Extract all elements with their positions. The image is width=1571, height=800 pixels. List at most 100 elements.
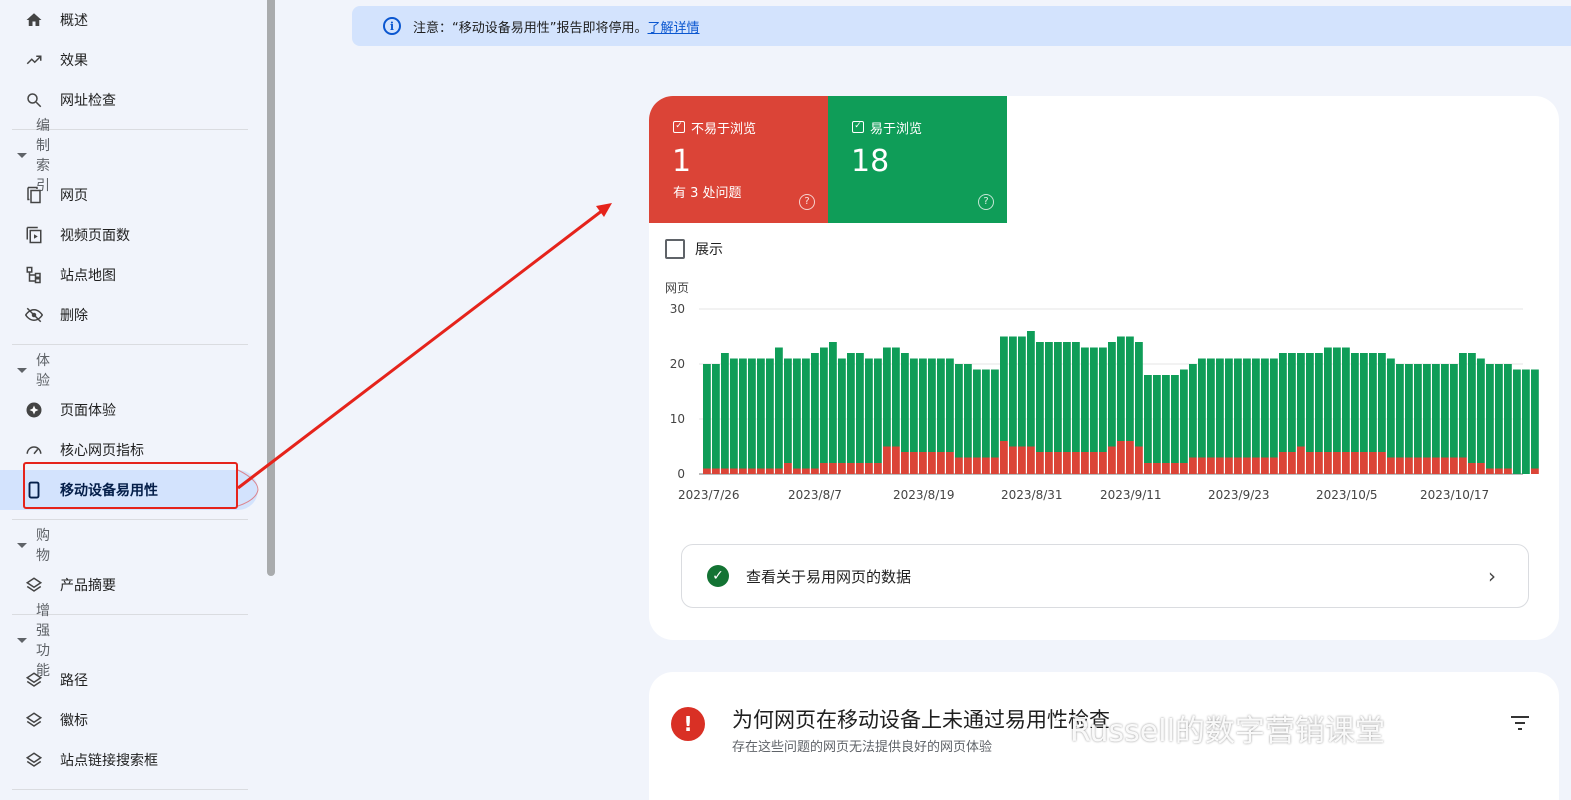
sidebar-item-layers[interactable]: 站点链接搜索框: [0, 740, 258, 780]
sidebar-item-label: 站点地图: [60, 268, 116, 284]
bar-not-usable: [928, 452, 936, 474]
bar-usable: [928, 358, 936, 452]
bar-not-usable: [1153, 463, 1161, 474]
bar-usable: [1207, 358, 1215, 458]
pages-icon: [24, 185, 44, 205]
sidebar-item-eye-off[interactable]: 删除: [0, 295, 258, 335]
bar-usable: [703, 364, 711, 469]
sidebar-item-search[interactable]: 网址检查: [0, 80, 258, 120]
usable-tile[interactable]: ✓ 易于浏览 18 ?: [828, 96, 1007, 223]
page-experience-icon: [24, 400, 44, 420]
bar-not-usable: [1045, 452, 1053, 474]
bar-not-usable: [1000, 441, 1008, 474]
sidebar-divider: [12, 519, 248, 520]
bar-not-usable: [1180, 463, 1188, 474]
sidebar-item-label: 徽标: [60, 713, 88, 729]
bar-usable: [883, 347, 891, 447]
not-usable-label: 不易于浏览: [691, 122, 757, 137]
speedometer-icon: [24, 440, 44, 460]
bar-not-usable: [919, 452, 927, 474]
bar-not-usable: [937, 452, 945, 474]
sidebar-scrollbar[interactable]: [267, 0, 275, 576]
bar-usable: [1225, 358, 1233, 458]
help-icon[interactable]: ?: [978, 194, 994, 210]
bar-not-usable: [1090, 452, 1098, 474]
bar-not-usable: [1234, 457, 1242, 474]
bar-usable: [1261, 358, 1269, 458]
sidebar-item-pages[interactable]: 网页: [0, 175, 258, 215]
collapse-arrow-icon: [17, 637, 27, 643]
bar-not-usable: [1126, 441, 1134, 474]
x-tick-label: 2023/8/19: [893, 488, 955, 502]
bar-usable: [1396, 364, 1404, 458]
not-usable-tile[interactable]: ✓ 不易于浏览 1 有 3 处问题 ?: [649, 96, 828, 223]
sidebar-item-page-experience[interactable]: 页面体验: [0, 390, 258, 430]
show-toggle[interactable]: 展示: [665, 239, 723, 259]
bar-usable: [1162, 375, 1170, 463]
view-usable-data-label: 查看关于易用网页的数据: [746, 567, 912, 586]
bar-usable: [1432, 364, 1440, 458]
bar-not-usable: [739, 468, 747, 474]
bar-not-usable: [1108, 446, 1116, 474]
bar-usable: [991, 369, 999, 458]
bar-usable: [1036, 342, 1044, 452]
sitemap-icon: [24, 265, 44, 285]
bar-not-usable: [721, 468, 729, 474]
info-icon: i: [383, 17, 401, 35]
y-axis-label: 网页: [665, 281, 689, 295]
bar-usable: [1342, 347, 1350, 452]
bar-not-usable: [1027, 446, 1035, 474]
bar-not-usable: [1306, 452, 1314, 474]
bar-not-usable: [1324, 452, 1332, 474]
view-usable-data-button[interactable]: ✓ 查看关于易用网页的数据 ›: [681, 544, 1529, 608]
sidebar-item-layers[interactable]: 徽标: [0, 700, 258, 740]
sidebar-item-home[interactable]: 概述: [0, 0, 258, 40]
bar-not-usable: [1135, 446, 1143, 474]
bar-usable: [1234, 358, 1242, 458]
learn-more-link[interactable]: 了解详情: [647, 21, 699, 36]
sidebar-divider: [12, 789, 248, 790]
sidebar-item-trending-up[interactable]: 效果: [0, 40, 258, 80]
bar-usable: [1072, 342, 1080, 452]
sidebar-item-sitemap[interactable]: 站点地图: [0, 255, 258, 295]
bar-usable: [838, 358, 846, 463]
bar-not-usable: [784, 463, 792, 474]
bar-usable: [730, 358, 738, 469]
bar-usable: [1495, 364, 1503, 469]
highlight-box: [23, 462, 238, 509]
bar-usable: [1459, 353, 1467, 458]
layers-icon: [24, 710, 44, 730]
sidebar-item-video-pages[interactable]: 视频页面数: [0, 215, 258, 255]
bar-not-usable: [1216, 457, 1224, 474]
bar-usable: [1216, 358, 1224, 458]
sidebar: 概述 效果 网址检查 编制索引 网页 视频页面数 站点地图 删除 体验 页面体验 核心网页指标 移动设…: [0, 0, 266, 800]
bar-not-usable: [1270, 457, 1278, 474]
bar-not-usable: [973, 457, 981, 474]
issues-subtitle: 存在这些问题的网页无法提供良好的网页体验: [732, 740, 993, 755]
bar-not-usable: [1459, 457, 1467, 474]
bar-usable: [1081, 347, 1089, 452]
layers-icon: [24, 750, 44, 770]
bar-usable: [1171, 375, 1179, 463]
sidebar-item-layers[interactable]: 产品摘要: [0, 565, 258, 605]
checkbox-checked-icon[interactable]: ✓: [673, 121, 685, 133]
usable-count: 18: [851, 144, 890, 179]
show-label: 展示: [695, 242, 723, 258]
bar-not-usable: [856, 463, 864, 474]
bar-not-usable: [730, 468, 738, 474]
sidebar-section-label: 购物: [36, 528, 50, 564]
filter-icon[interactable]: [1511, 716, 1529, 730]
bar-not-usable: [1396, 457, 1404, 474]
sidebar-item-layers[interactable]: 路径: [0, 660, 258, 700]
help-icon[interactable]: ?: [799, 194, 815, 210]
checkbox-checked-icon[interactable]: ✓: [852, 121, 864, 133]
bar-not-usable: [847, 463, 855, 474]
bar-not-usable: [1054, 452, 1062, 474]
bar-usable: [1018, 336, 1026, 447]
bar-usable: [1324, 347, 1332, 452]
bar-usable: [1423, 364, 1431, 458]
bar-not-usable: [1117, 441, 1125, 474]
bar-usable: [1477, 358, 1485, 463]
bar-usable: [739, 358, 747, 469]
checkbox-icon[interactable]: [665, 239, 685, 259]
